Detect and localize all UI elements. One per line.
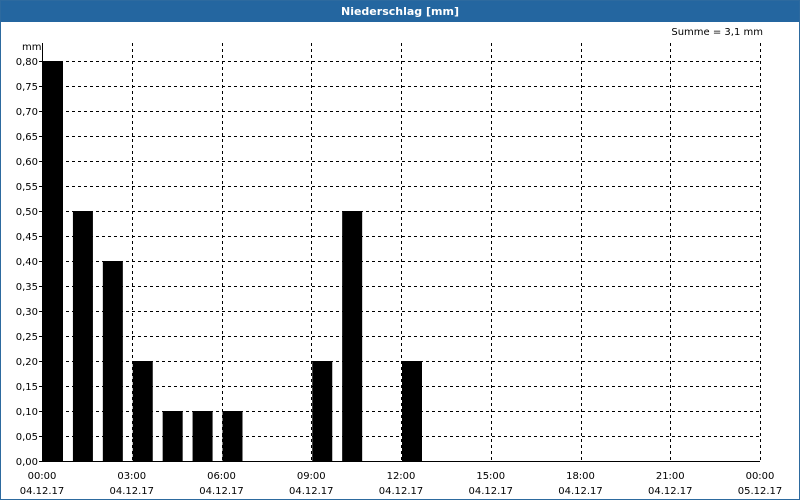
bar [192,411,213,461]
y-tick-label: 0,30 [16,307,38,318]
y-tick-label: 0,60 [16,157,38,168]
y-tick-label: 0,45 [16,232,38,243]
y-tick-label: 0,00 [16,457,38,468]
x-tick-date: 05.12.17 [738,486,783,497]
x-tick-time: 12:00 [387,471,416,482]
x-tick-date: 04.12.17 [648,486,693,497]
bar [43,61,63,461]
x-tick-date: 04.12.17 [20,486,65,497]
x-tick-time: 06:00 [207,471,236,482]
x-tick-time: 15:00 [476,471,505,482]
y-tick-label: 0,40 [16,257,38,268]
x-tick-time: 00:00 [28,471,57,482]
x-tick-time: 03:00 [117,471,146,482]
y-axis-label: mm [22,42,41,53]
x-tick-time: 21:00 [656,471,685,482]
x-tick-time: 00:00 [746,471,775,482]
y-tick-label: 0,25 [16,332,38,343]
y-tick-label: 0,80 [16,57,38,68]
precipitation-chart: mm 0,00 0,05 0,10 0,15 0,20 0,25 0,30 0,35 0,40 0… [16,42,783,497]
y-tick-label: 0,55 [16,182,38,193]
y-tick-label: 0,10 [16,407,38,418]
bar [72,211,93,461]
x-tick-date: 04.12.17 [289,486,334,497]
bar [312,361,333,461]
y-tick-label: 0,15 [16,382,38,393]
bar [162,411,183,461]
y-tick-label: 0,05 [16,432,38,443]
x-tick-date: 04.12.17 [109,486,154,497]
y-tick-label: 0,20 [16,357,38,368]
bar [342,211,363,461]
bar [402,361,422,461]
x-tick-date: 04.12.17 [468,486,513,497]
y-tick-label: 0,65 [16,132,38,143]
y-tick-label: 0,70 [16,107,38,118]
bar [222,411,243,461]
x-tick-date: 04.12.17 [558,486,603,497]
x-tick-date: 04.12.17 [199,486,244,497]
x-tick-time: 18:00 [566,471,595,482]
y-tick-label: 0,75 [16,82,38,93]
y-tick-label: 0,35 [16,282,38,293]
x-tick-date: 04.12.17 [379,486,424,497]
bar [132,361,153,461]
bar [102,261,123,461]
x-tick-time: 09:00 [297,471,326,482]
y-tick-label: 0,50 [16,207,38,218]
